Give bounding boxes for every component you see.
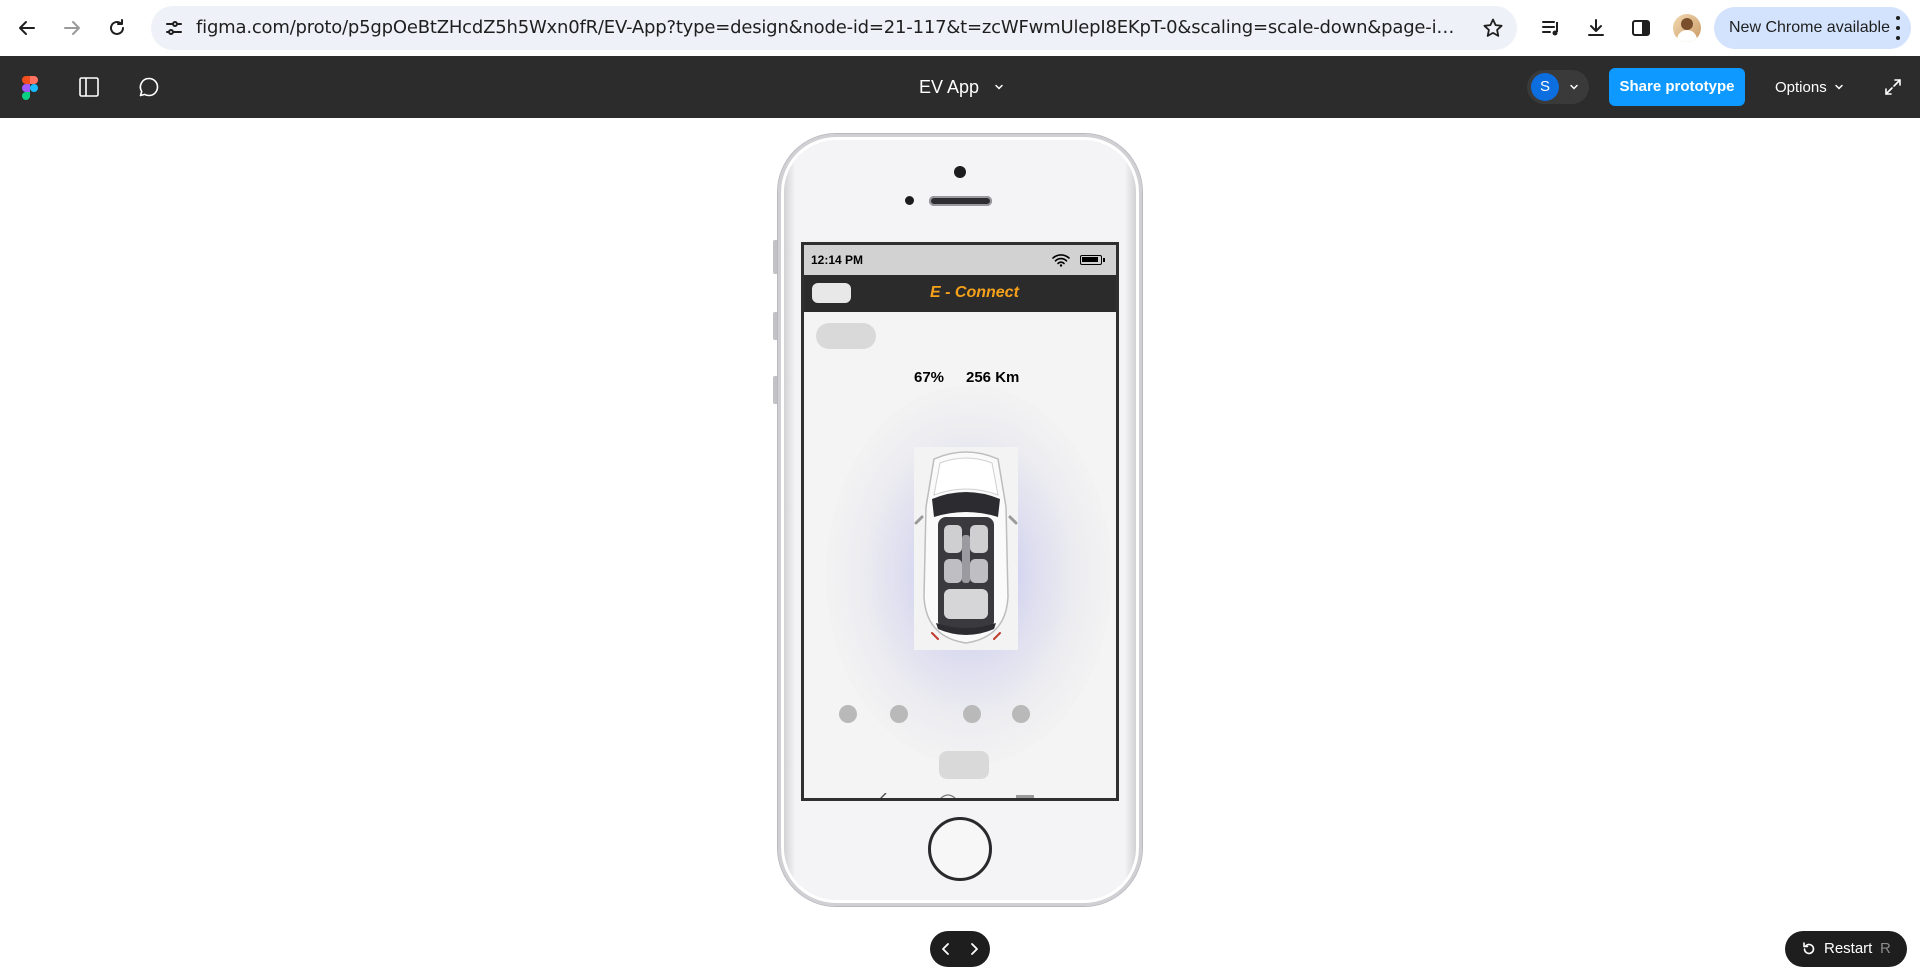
reload-button[interactable] xyxy=(97,8,137,48)
tune-icon[interactable] xyxy=(163,17,185,39)
bottom-nav-icons xyxy=(880,793,1034,798)
chrome-update-label: New Chrome available xyxy=(1729,19,1890,36)
user-avatar: S xyxy=(1531,73,1559,101)
queue-music-icon[interactable] xyxy=(1535,12,1567,44)
more-vert-icon[interactable] xyxy=(1895,16,1901,40)
download-icon[interactable] xyxy=(1580,12,1612,44)
arrow-right-icon xyxy=(64,21,80,35)
browser-toolbar: figma.com/proto/p5gpOeBtZHcdZ5h5Wxn0fR/E… xyxy=(0,0,1920,56)
restart-shortcut: R xyxy=(1880,940,1891,957)
chrome-update-button[interactable]: New Chrome available xyxy=(1714,7,1911,49)
wifi-icon xyxy=(1052,254,1070,267)
bottom-action-button[interactable] xyxy=(939,751,989,779)
side-panel-icon[interactable] xyxy=(1625,12,1657,44)
restart-icon xyxy=(1800,940,1818,958)
range-readout: 256 Km xyxy=(966,369,1020,386)
control-dot-button[interactable] xyxy=(1012,705,1030,723)
chevron-down-icon xyxy=(1834,84,1843,90)
restart-label: Restart xyxy=(1824,940,1873,957)
address-bar[interactable]: figma.com/proto/p5gpOeBtZHcdZ5h5Wxn0fR/E… xyxy=(151,6,1517,50)
prototype-frame-nav xyxy=(930,931,990,967)
menu-button[interactable] xyxy=(812,283,851,303)
back-button[interactable] xyxy=(7,8,47,48)
fullscreen-icon[interactable] xyxy=(1879,73,1907,101)
options-label: Options xyxy=(1775,78,1827,96)
app-header: E - Connect xyxy=(804,275,1116,312)
restart-button[interactable]: Restart R xyxy=(1785,931,1907,967)
car-top-view-icon[interactable] xyxy=(914,447,1018,650)
forward-button[interactable] xyxy=(52,8,92,48)
figma-logo-icon[interactable] xyxy=(22,76,38,100)
chevron-down-icon[interactable] xyxy=(992,80,1006,94)
figma-prototype-bar: EV App S Share prototype Options xyxy=(0,56,1920,118)
phone-speaker xyxy=(929,196,992,206)
phone-sensor xyxy=(905,196,914,205)
prototype-title[interactable]: EV App xyxy=(919,77,979,98)
battery-icon xyxy=(1080,255,1105,265)
arrow-left-icon xyxy=(19,21,35,35)
multiplayer-avatar-button[interactable]: S xyxy=(1527,70,1589,104)
phone-camera xyxy=(954,166,966,178)
chevron-left-icon xyxy=(942,943,949,955)
phone-home-button xyxy=(928,817,992,881)
control-dot-button[interactable] xyxy=(839,705,857,723)
share-prototype-button[interactable]: Share prototype xyxy=(1609,68,1745,106)
app-title: E - Connect xyxy=(930,284,1019,301)
chevron-down-icon xyxy=(1567,80,1581,94)
status-time: 12:14 PM xyxy=(811,253,864,267)
battery-percentage: 67% xyxy=(914,369,945,386)
control-dot-button[interactable] xyxy=(963,705,981,723)
comment-icon[interactable] xyxy=(135,73,163,101)
chevron-right-icon xyxy=(971,943,978,955)
star-icon[interactable] xyxy=(1481,16,1505,40)
options-button[interactable]: Options xyxy=(1775,75,1845,99)
url-text[interactable]: figma.com/proto/p5gpOeBtZHcdZ5h5Wxn0fR/E… xyxy=(196,18,1458,38)
reload-icon xyxy=(110,19,124,35)
phone-status-bar: 12:14 PM xyxy=(804,245,1116,275)
profile-avatar[interactable] xyxy=(1673,14,1701,42)
sidebar-toggle-icon[interactable] xyxy=(75,73,103,101)
control-dot-button[interactable] xyxy=(890,705,908,723)
profile-chip-button[interactable] xyxy=(816,323,876,349)
app-screen: 12:14 PM E - Connect 67% 256 Km xyxy=(801,242,1119,801)
previous-frame-button[interactable] xyxy=(936,939,956,959)
next-frame-button[interactable] xyxy=(964,939,984,959)
